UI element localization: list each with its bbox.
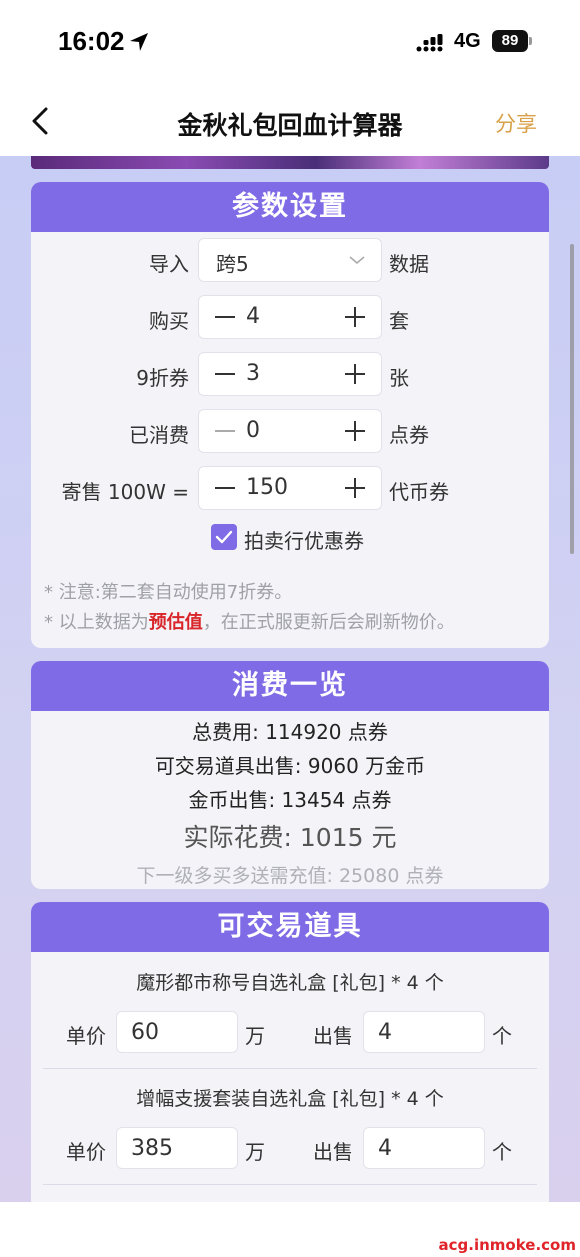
wan-unit: 万	[245, 1024, 265, 1048]
tradable-sale: 可交易道具出售: 9060 万金币	[154, 754, 426, 778]
import-select-value: 跨5	[216, 252, 249, 276]
import-label: 导入	[149, 252, 189, 276]
summary-card: 消费一览 总费用: 114920 点券 可交易道具出售: 9060 万金币 金币…	[31, 661, 549, 889]
total-cost: 总费用: 114920 点券	[192, 720, 388, 744]
note2-prefix: * 以上数据为	[44, 612, 149, 633]
spent-row: 已消费 0 点券	[31, 409, 549, 453]
next-level-hint: 下一级多买多送需充值: 25080 点券	[136, 865, 444, 887]
coupon-value[interactable]: 3	[246, 361, 260, 386]
sell-rate-stepper: 150	[198, 466, 382, 510]
scrollbar[interactable]	[570, 244, 574, 554]
import-row: 导入 跨5 数据	[31, 238, 549, 282]
item-title: 魔形都市称号自选礼盒 [礼包] * 4 个	[136, 972, 444, 994]
sell-count-value: 4	[378, 1020, 392, 1045]
tradable-card-title: 可交易道具	[31, 902, 549, 952]
spent-label: 已消费	[129, 423, 189, 447]
banner-image	[31, 156, 549, 169]
spent-stepper: 0	[198, 409, 382, 453]
ge-unit: 个	[492, 1140, 512, 1164]
minus-icon[interactable]	[215, 487, 235, 489]
location-arrow-icon	[130, 33, 148, 51]
spent-value[interactable]: 0	[246, 418, 260, 443]
sell-label: 出售	[313, 1024, 353, 1048]
status-bar: 16:02 4G 89	[0, 0, 580, 88]
sell-rate-row: 寄售 100W = 150 代币券	[31, 466, 549, 510]
note2-suffix: ，在正式服更新后会刷新物价。	[202, 612, 455, 633]
actual-cost: 实际花费: 1015 元	[183, 823, 397, 852]
signal-icon	[416, 34, 443, 52]
sell-rate-label: 寄售 100W =	[61, 480, 189, 504]
sell-count-input[interactable]: 4	[363, 1011, 485, 1053]
minus-icon[interactable]	[215, 316, 235, 318]
status-time: 16:02	[58, 26, 125, 56]
params-card-title: 参数设置	[31, 182, 549, 232]
check-icon	[215, 530, 233, 544]
minus-icon[interactable]	[215, 373, 235, 375]
content-area[interactable]: 参数设置 导入 跨5 数据 购买 4 套 9折券 3 张 已消费 0 点券 寄售…	[0, 156, 580, 1202]
gold-sale: 金币出售: 13454 点券	[188, 788, 392, 812]
battery-icon: 89	[492, 30, 528, 52]
estimate-highlight: 预估值	[148, 612, 203, 633]
unit-price-input[interactable]: 60	[116, 1011, 238, 1053]
battery-tip	[529, 37, 532, 45]
unit-price-label: 单价	[66, 1140, 106, 1164]
wan-unit: 万	[245, 1140, 265, 1164]
sell-rate-unit: 代币券	[389, 480, 449, 504]
import-unit: 数据	[389, 252, 429, 276]
note-line-2: * 以上数据为预估值，在正式服更新后会刷新物价。	[44, 608, 455, 634]
divider	[43, 1068, 537, 1069]
footer: acg.inmoke.com	[0, 1202, 580, 1257]
unit-price-input[interactable]: 385	[116, 1127, 238, 1169]
spent-unit: 点券	[389, 423, 429, 447]
network-type: 4G	[454, 30, 481, 52]
coupon-row: 9折券 3 张	[31, 352, 549, 396]
sell-rate-value[interactable]: 150	[246, 475, 288, 500]
buy-value[interactable]: 4	[246, 304, 260, 329]
coupon-stepper: 3	[198, 352, 382, 396]
summary-card-title: 消费一览	[31, 661, 549, 711]
share-button[interactable]: 分享	[495, 108, 537, 138]
page-title: 金秋礼包回血计算器	[177, 111, 403, 140]
params-card: 参数设置 导入 跨5 数据 购买 4 套 9折券 3 张 已消费 0 点券 寄售…	[31, 182, 549, 648]
minus-icon[interactable]	[215, 430, 235, 432]
buy-stepper: 4	[198, 295, 382, 339]
item-title: 增幅支援套装自选礼盒 [礼包] * 4 个	[136, 1088, 444, 1110]
sell-count-input[interactable]: 4	[363, 1127, 485, 1169]
checkbox-checked[interactable]	[211, 524, 237, 550]
watermark: acg.inmoke.com	[438, 1236, 576, 1254]
auction-coupon-label: 拍卖行优惠券	[244, 529, 364, 553]
coupon-unit: 张	[389, 366, 409, 390]
buy-row: 购买 4 套	[31, 295, 549, 339]
sell-count-value: 4	[378, 1136, 392, 1161]
tradable-card: 可交易道具 魔形都市称号自选礼盒 [礼包] * 4 个 单价 60 万 出售 4…	[31, 902, 549, 1202]
ge-unit: 个	[492, 1024, 512, 1048]
nav-bar: 金秋礼包回血计算器 分享	[0, 88, 580, 156]
note-line-1: * 注意:第二套自动使用7折券。	[44, 582, 293, 603]
import-select[interactable]: 跨5	[198, 238, 382, 282]
unit-price-value: 385	[131, 1136, 173, 1161]
coupon-label: 9折券	[136, 366, 189, 390]
sell-label: 出售	[313, 1140, 353, 1164]
unit-price-label: 单价	[66, 1024, 106, 1048]
chevron-down-icon	[349, 256, 365, 265]
unit-price-value: 60	[131, 1020, 159, 1045]
buy-label: 购买	[149, 309, 189, 333]
divider	[43, 1184, 537, 1185]
buy-unit: 套	[389, 309, 409, 333]
